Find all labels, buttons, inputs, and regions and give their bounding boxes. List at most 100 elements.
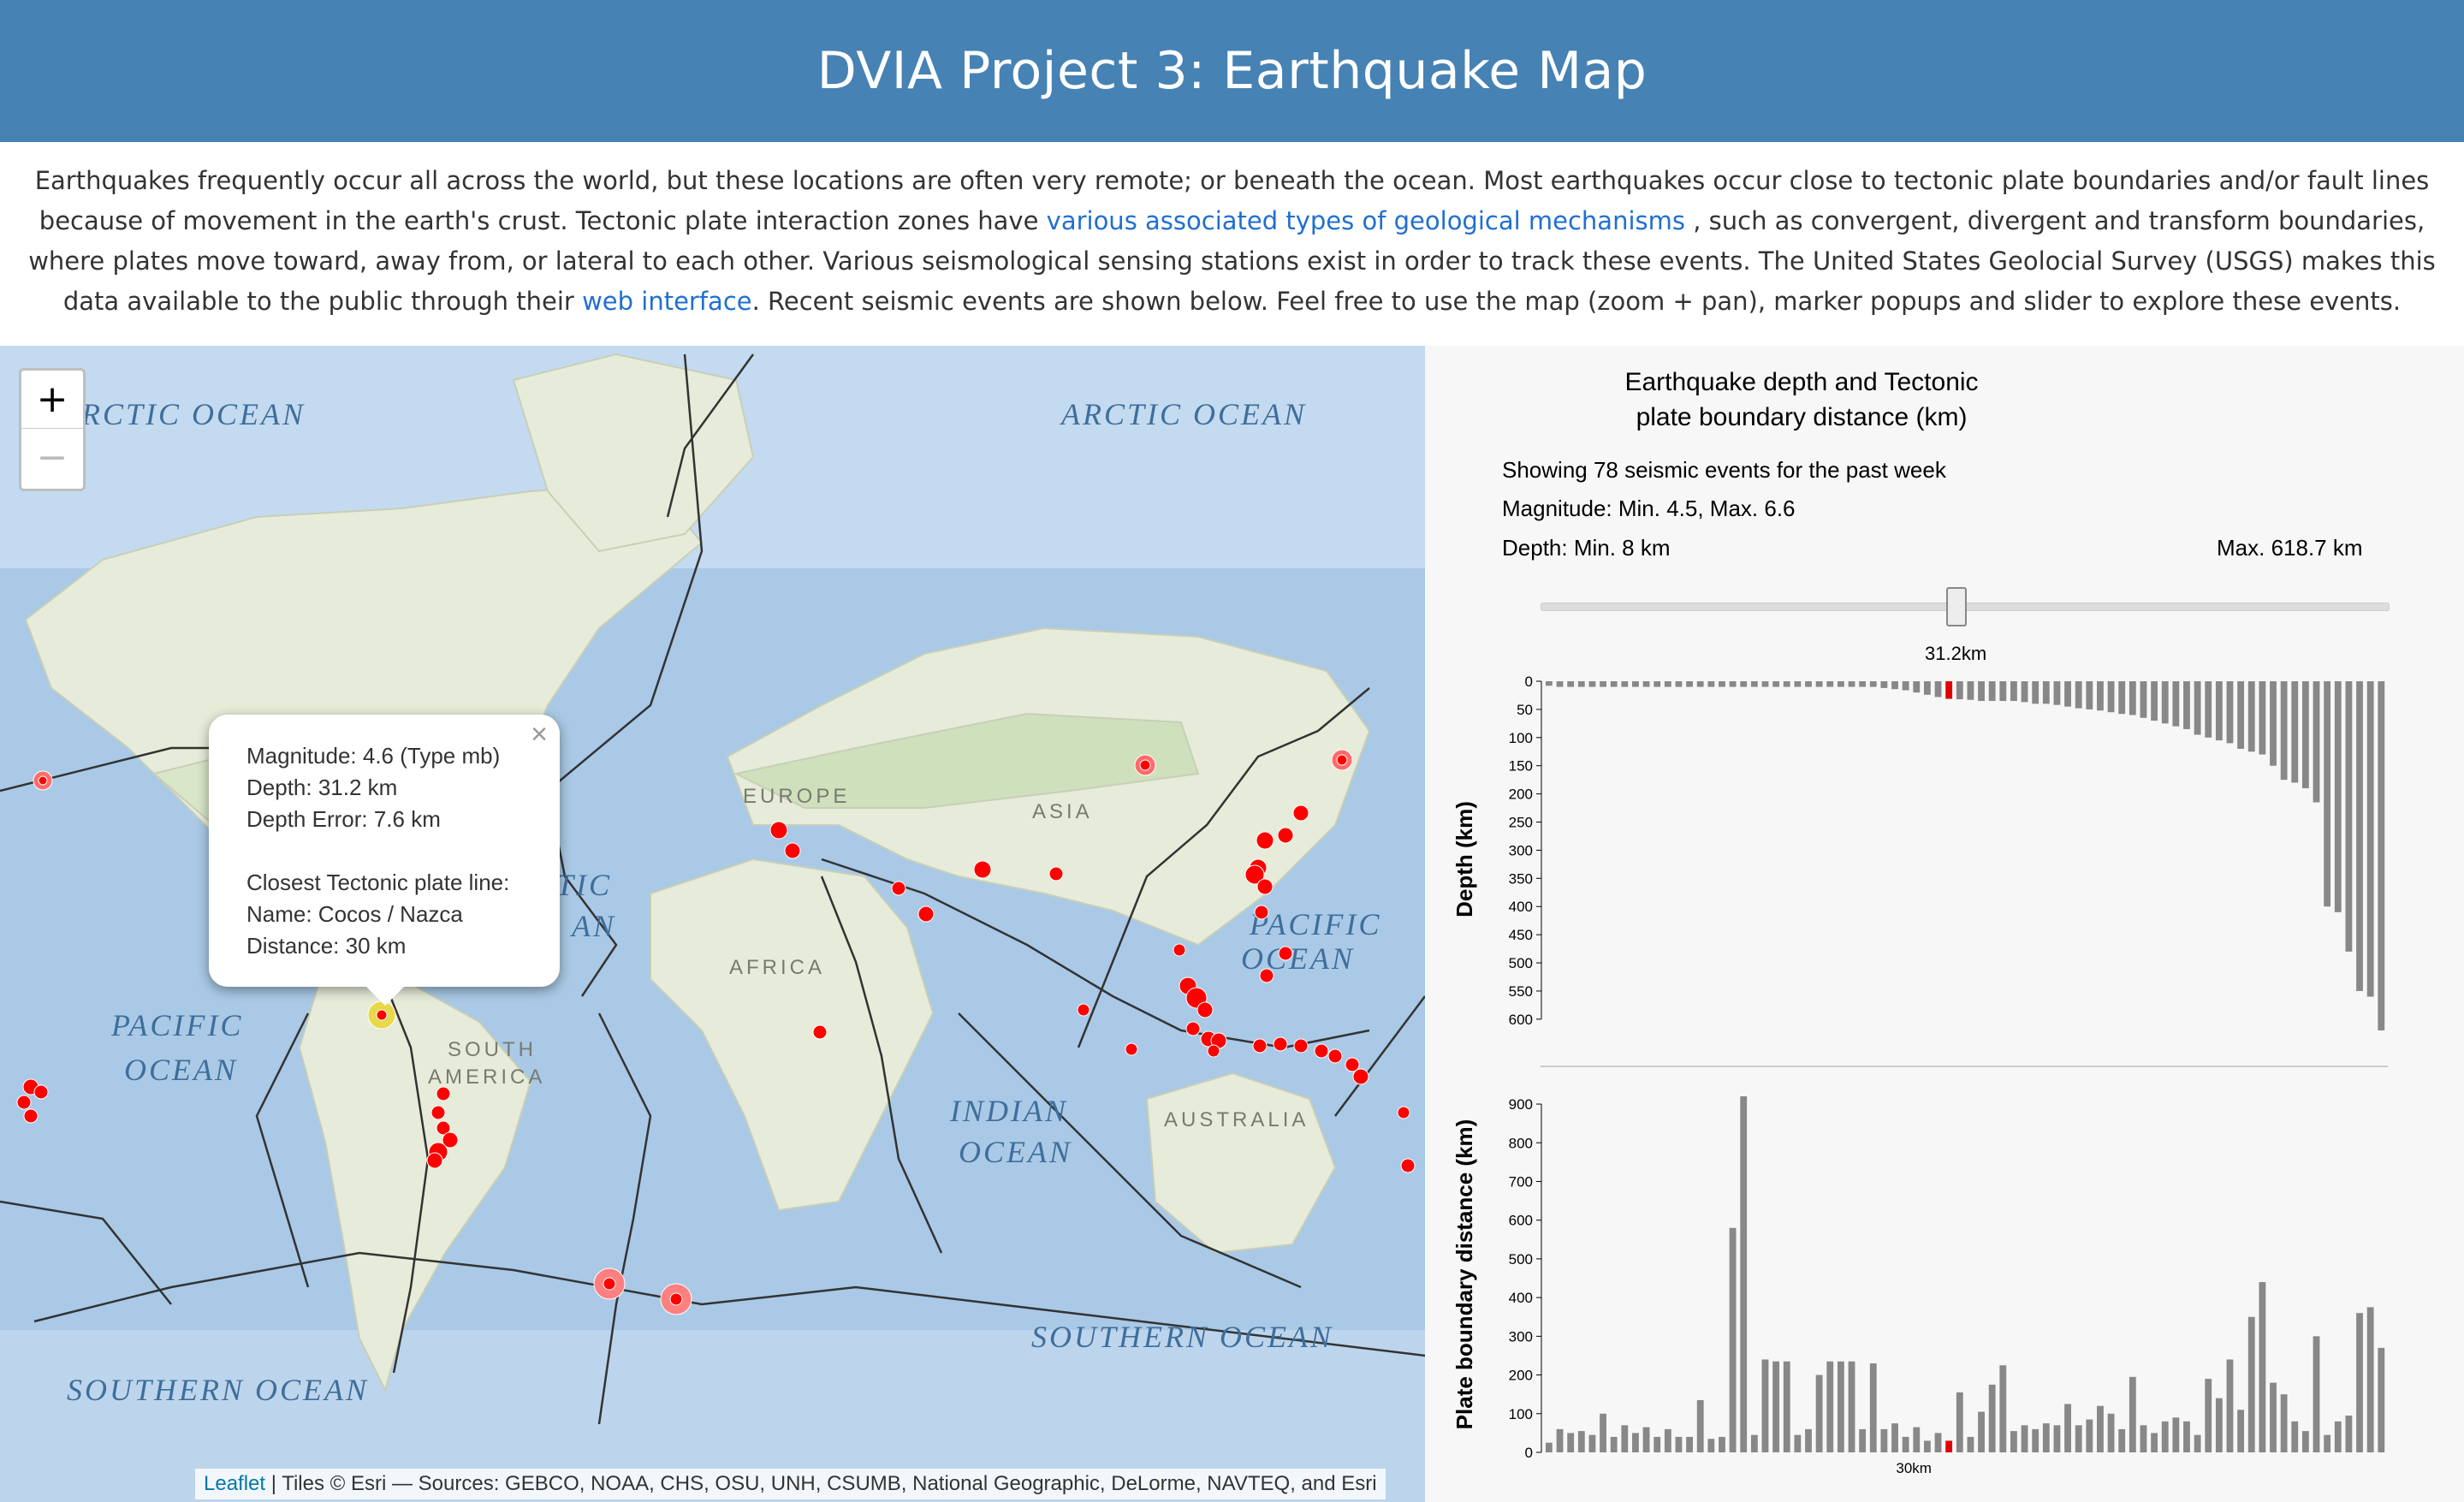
distance-bar[interactable] bbox=[2075, 1425, 2082, 1452]
leaflet-link[interactable]: Leaflet bbox=[204, 1472, 265, 1495]
depth-bar[interactable] bbox=[1686, 681, 1693, 687]
depth-bar[interactable] bbox=[2356, 681, 2363, 991]
depth-bar[interactable] bbox=[2301, 681, 2309, 789]
depth-bar[interactable] bbox=[1600, 681, 1606, 687]
distance-bar[interactable] bbox=[2010, 1431, 2017, 1452]
distance-bar[interactable] bbox=[2356, 1313, 2363, 1452]
earthquake-marker[interactable] bbox=[430, 1105, 446, 1120]
distance-bar[interactable] bbox=[2301, 1431, 2309, 1452]
distance-bar[interactable] bbox=[2118, 1428, 2126, 1452]
depth-bar[interactable] bbox=[1621, 681, 1629, 687]
distance-bar[interactable] bbox=[1577, 1431, 1585, 1452]
depth-bar[interactable] bbox=[1546, 681, 1553, 686]
distance-bar[interactable] bbox=[1859, 1428, 1867, 1452]
depth-bar[interactable] bbox=[1740, 681, 1748, 687]
distance-bar[interactable] bbox=[1567, 1433, 1575, 1452]
earthquake-marker[interactable] bbox=[891, 881, 906, 896]
depth-bar[interactable] bbox=[1902, 681, 1909, 691]
distance-bar[interactable] bbox=[2097, 1405, 2104, 1452]
depth-bar[interactable] bbox=[1837, 681, 1844, 687]
earthquake-marker[interactable] bbox=[1278, 946, 1293, 961]
distance-bar[interactable] bbox=[1988, 1384, 1996, 1452]
depth-bar[interactable] bbox=[1707, 681, 1715, 687]
distance-bar[interactable] bbox=[1880, 1428, 1888, 1452]
distance-bar[interactable] bbox=[2366, 1307, 2374, 1452]
distance-bar[interactable] bbox=[2129, 1376, 2136, 1452]
distance-bar[interactable] bbox=[1805, 1428, 1812, 1452]
depth-bar[interactable] bbox=[2053, 681, 2061, 705]
distance-bar[interactable] bbox=[2313, 1336, 2320, 1452]
depth-bar[interactable] bbox=[1956, 681, 1963, 700]
earthquake-marker[interactable] bbox=[16, 1095, 32, 1110]
distance-bar[interactable] bbox=[1999, 1365, 2007, 1452]
depth-bar[interactable] bbox=[2021, 681, 2028, 703]
distance-bar[interactable] bbox=[1740, 1096, 1748, 1452]
depth-bar[interactable] bbox=[1923, 681, 1931, 695]
depth-bar[interactable] bbox=[1750, 681, 1758, 687]
depth-bar[interactable] bbox=[1610, 681, 1618, 687]
depth-bar[interactable] bbox=[2215, 681, 2223, 741]
earthquake-marker[interactable] bbox=[1314, 1043, 1329, 1059]
depth-bar[interactable] bbox=[2097, 681, 2104, 711]
depth-bar[interactable] bbox=[1913, 681, 1921, 693]
distance-bar[interactable] bbox=[1826, 1361, 1834, 1452]
distance-bar[interactable] bbox=[2205, 1379, 2212, 1452]
earthquake-marker[interactable] bbox=[1259, 968, 1274, 983]
depth-bar[interactable] bbox=[2086, 681, 2093, 709]
distance-bar[interactable] bbox=[2270, 1382, 2277, 1452]
earthquake-marker[interactable] bbox=[1185, 1021, 1201, 1036]
distance-bar[interactable] bbox=[2021, 1425, 2028, 1452]
depth-bar[interactable] bbox=[1859, 681, 1867, 687]
distance-bar[interactable] bbox=[2032, 1428, 2039, 1452]
earthquake-marker[interactable] bbox=[1292, 804, 1309, 822]
distance-bar[interactable] bbox=[1978, 1411, 1985, 1452]
distance-bar[interactable] bbox=[1848, 1361, 1855, 1452]
depth-bar[interactable] bbox=[2378, 681, 2385, 1030]
depth-bar[interactable] bbox=[1632, 681, 1639, 687]
depth-bar[interactable] bbox=[1588, 681, 1596, 687]
depth-bar[interactable] bbox=[2366, 681, 2374, 997]
depth-bar[interactable] bbox=[1967, 681, 1974, 700]
depth-bar[interactable] bbox=[1642, 681, 1650, 687]
distance-bar[interactable] bbox=[1902, 1436, 1909, 1452]
earthquake-marker[interactable] bbox=[1196, 1001, 1214, 1018]
depth-bar[interactable] bbox=[1999, 681, 2007, 702]
distance-bar[interactable] bbox=[2259, 1282, 2266, 1452]
distance-bar[interactable] bbox=[1664, 1428, 1671, 1452]
distance-bar[interactable] bbox=[2194, 1434, 2201, 1452]
depth-bar[interactable] bbox=[1654, 681, 1661, 687]
depth-bar[interactable] bbox=[2075, 681, 2082, 709]
depth-bar[interactable] bbox=[1934, 681, 1942, 698]
depth-bar[interactable] bbox=[1826, 681, 1834, 687]
distance-bar[interactable] bbox=[1794, 1434, 1802, 1452]
earthquake-marker[interactable] bbox=[1293, 1038, 1309, 1054]
earthquake-map[interactable]: RCTIC OCEAN ARCTIC OCEAN PACIFIC OCEAN P… bbox=[0, 346, 1425, 1502]
distance-bar[interactable] bbox=[1945, 1440, 1953, 1452]
distance-bar[interactable] bbox=[2345, 1416, 2353, 1452]
earthquake-marker[interactable] bbox=[1256, 878, 1274, 895]
distance-bar[interactable] bbox=[1772, 1361, 1780, 1452]
depth-bar[interactable] bbox=[2183, 681, 2190, 729]
distance-bar[interactable] bbox=[2161, 1421, 2169, 1452]
earthquake-marker[interactable] bbox=[23, 1108, 39, 1124]
depth-bar[interactable] bbox=[2324, 681, 2331, 907]
earthquake-marker[interactable] bbox=[1327, 1048, 1343, 1064]
distance-bar[interactable] bbox=[2107, 1413, 2115, 1452]
depth-bar[interactable] bbox=[2205, 681, 2212, 738]
depth-bar[interactable] bbox=[2140, 681, 2147, 718]
depth-bar[interactable] bbox=[1848, 681, 1855, 687]
depth-bar[interactable] bbox=[2194, 681, 2201, 735]
earthquake-marker[interactable] bbox=[973, 860, 992, 879]
distance-bar[interactable] bbox=[1654, 1436, 1661, 1452]
earthquake-marker[interactable] bbox=[1077, 1003, 1090, 1017]
depth-bar[interactable] bbox=[1945, 681, 1953, 699]
distance-bar[interactable] bbox=[1783, 1361, 1790, 1452]
earthquake-marker[interactable] bbox=[1207, 1044, 1220, 1058]
distance-bar[interactable] bbox=[2140, 1425, 2147, 1452]
distance-bar[interactable] bbox=[2280, 1394, 2288, 1452]
earthquake-marker[interactable] bbox=[436, 1086, 451, 1101]
distance-bar[interactable] bbox=[2086, 1419, 2093, 1452]
depth-bar[interactable] bbox=[1988, 681, 1996, 702]
mechanisms-link[interactable]: various associated types of geological m… bbox=[1047, 206, 1685, 235]
distance-bar[interactable] bbox=[2053, 1425, 2061, 1452]
